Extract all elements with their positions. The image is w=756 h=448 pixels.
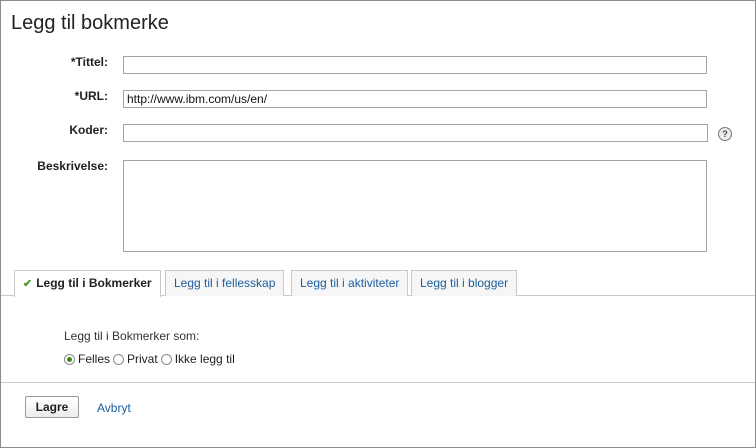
title-label: *Tittel: bbox=[70, 55, 108, 69]
url-field[interactable] bbox=[123, 90, 707, 108]
radio-option-public[interactable]: Felles bbox=[64, 352, 110, 366]
save-button[interactable]: Lagre bbox=[25, 396, 79, 418]
description-field[interactable] bbox=[123, 160, 707, 252]
radio-button-none[interactable] bbox=[160, 353, 172, 365]
description-label: Beskrivelse: bbox=[37, 159, 108, 173]
radio-option-private[interactable]: Privat bbox=[113, 352, 158, 366]
url-label: *URL: bbox=[74, 89, 108, 103]
radio-button-private[interactable] bbox=[113, 353, 125, 365]
tab-activities-label: Legg til i aktiviteter bbox=[300, 276, 400, 290]
radio-label-none: Ikke legg til bbox=[174, 352, 235, 366]
help-icon[interactable]: ? bbox=[718, 127, 732, 141]
tab-activities[interactable]: Legg til i aktiviteter bbox=[291, 270, 409, 296]
cancel-link[interactable]: Avbryt bbox=[97, 401, 131, 415]
tab-communities-label: Legg til i fellesskap bbox=[174, 276, 276, 290]
title-field[interactable] bbox=[123, 56, 707, 74]
radio-button-public[interactable] bbox=[64, 353, 75, 365]
bookmark-dialog: Legg til bokmerke *Tittel: *URL: Koder: … bbox=[0, 0, 756, 448]
radio-option-none[interactable]: Ikke legg til bbox=[160, 352, 235, 366]
tab-communities[interactable]: Legg til i fellesskap bbox=[165, 270, 285, 296]
radio-label-private: Privat bbox=[127, 352, 158, 366]
footer-divider bbox=[1, 382, 755, 383]
visibility-radio-group: Felles Privat Ikke legg til bbox=[64, 352, 238, 366]
tags-label: Koder: bbox=[69, 123, 108, 137]
tab-blogs-label: Legg til i blogger bbox=[420, 276, 509, 290]
tab-blogs[interactable]: Legg til i blogger bbox=[411, 270, 518, 296]
tab-bookmarks-label: Legg til i Bokmerker bbox=[36, 276, 152, 290]
visibility-heading: Legg til i Bokmerker som: bbox=[64, 329, 200, 343]
tags-field[interactable] bbox=[123, 124, 708, 142]
tab-bookmarks[interactable]: ✔ Legg til i Bokmerker bbox=[14, 270, 161, 297]
radio-label-public: Felles bbox=[78, 352, 111, 366]
page-title: Legg til bokmerke bbox=[11, 12, 169, 34]
check-icon: ✔ bbox=[23, 278, 33, 290]
